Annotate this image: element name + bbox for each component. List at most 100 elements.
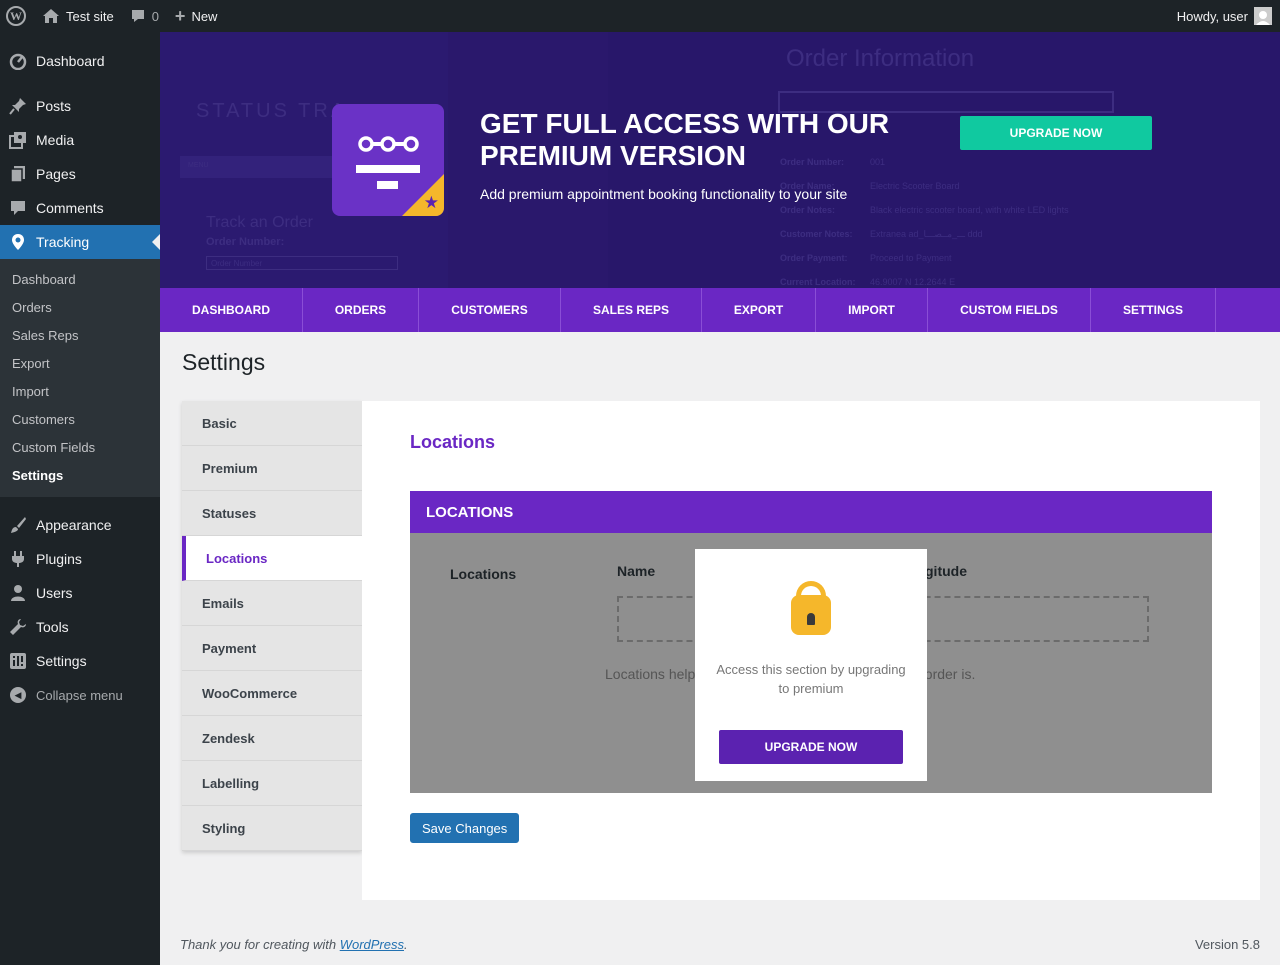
keyhole xyxy=(807,613,815,625)
settings-tab-statuses[interactable]: Statuses xyxy=(182,491,362,536)
locations-row-label: Locations xyxy=(450,566,517,582)
nav-tab-custom-fields[interactable]: CUSTOM FIELDS xyxy=(928,288,1091,332)
submenu-orders[interactable]: Orders xyxy=(0,293,160,321)
menu-comments[interactable]: Comments xyxy=(0,191,160,225)
locations-header: LOCATIONS xyxy=(410,491,1212,533)
menu-media[interactable]: Media xyxy=(0,123,160,157)
my-account[interactable]: Howdy, user xyxy=(1177,7,1280,25)
wp-logo-menu[interactable]: W xyxy=(0,0,34,32)
menu-label: Tools xyxy=(36,619,69,635)
plug-icon xyxy=(8,550,28,568)
submenu-customers[interactable]: Customers xyxy=(0,405,160,433)
nav-tab-settings[interactable]: SETTINGS xyxy=(1091,288,1216,332)
menu-appearance[interactable]: Appearance xyxy=(0,508,160,542)
lock-message: Access this section by upgrading to prem… xyxy=(716,662,906,696)
media-icon xyxy=(8,131,28,149)
location-pin-icon xyxy=(8,233,28,251)
nav-tab-orders[interactable]: ORDERS xyxy=(303,288,419,332)
collapse-arrow-icon: ◀ xyxy=(8,687,28,703)
nav-tab-import[interactable]: IMPORT xyxy=(816,288,928,332)
wordpress-logo-icon: W xyxy=(6,6,26,26)
brush-icon xyxy=(8,516,28,534)
site-name: Test site xyxy=(66,8,114,24)
settings-tab-payment[interactable]: Payment xyxy=(182,626,362,671)
upgrade-now-button[interactable]: UPGRADE NOW xyxy=(719,730,903,764)
nav-tab-customers[interactable]: CUSTOMERS xyxy=(419,288,561,332)
submenu-dashboard[interactable]: Dashboard xyxy=(0,265,160,293)
page-title: Settings xyxy=(182,349,266,375)
pages-icon xyxy=(8,165,28,183)
settings-tab-locations[interactable]: Locations xyxy=(182,536,362,581)
howdy-text: Howdy, user xyxy=(1176,8,1248,24)
footer-thanks: Thank you for creating with WordPress. xyxy=(180,937,408,952)
comments-count: 0 xyxy=(151,8,159,24)
wordpress-link[interactable]: WordPress xyxy=(340,937,404,952)
menu-posts[interactable]: Posts xyxy=(0,89,160,123)
section-title: Locations xyxy=(410,432,496,452)
plus-icon: + xyxy=(174,5,186,26)
nav-tab-sales-reps[interactable]: SALES REPS xyxy=(561,288,702,332)
settings-tabs: Basic Premium Statuses Locations Emails … xyxy=(182,401,362,851)
footer-thanks-suffix: . xyxy=(404,937,408,952)
menu-dashboard[interactable]: Dashboard xyxy=(0,44,160,78)
plugin-nav: DASHBOARD ORDERS CUSTOMERS SALES REPS EX… xyxy=(160,288,1280,332)
submenu-import[interactable]: Import xyxy=(0,377,160,405)
menu-tracking[interactable]: Tracking xyxy=(0,225,160,259)
menu-plugins[interactable]: Plugins xyxy=(0,542,160,576)
lock-icon xyxy=(791,581,831,637)
menu-tools[interactable]: Tools xyxy=(0,610,160,644)
menu-label: Posts xyxy=(36,98,72,114)
settings-icon xyxy=(8,652,28,670)
menu-label: Users xyxy=(36,585,73,601)
settings-tab-premium[interactable]: Premium xyxy=(182,446,362,491)
menu-label: Plugins xyxy=(36,551,82,567)
new-label: New xyxy=(191,8,218,24)
settings-tab-zendesk[interactable]: Zendesk xyxy=(182,716,362,761)
pin-icon xyxy=(8,97,28,115)
admin-bar: W Test site 0 + New Howdy, user xyxy=(0,0,1280,32)
settings-tab-basic[interactable]: Basic xyxy=(182,401,362,446)
submenu-custom-fields[interactable]: Custom Fields xyxy=(0,433,160,461)
settings-tab-emails[interactable]: Emails xyxy=(182,581,362,626)
menu-label: Tracking xyxy=(36,234,90,250)
nav-tab-export[interactable]: EXPORT xyxy=(702,288,816,332)
premium-banner: STATUS TRA MENU Track an Order Order Num… xyxy=(160,32,1280,288)
comment-icon xyxy=(8,199,28,217)
star-icon: ★ xyxy=(423,193,439,212)
column-longitude-header: gitude xyxy=(925,563,967,579)
plugin-logo: ★ xyxy=(332,104,444,216)
settings-tab-styling[interactable]: Styling xyxy=(182,806,362,851)
tracking-submenu: Dashboard Orders Sales Reps Export Impor… xyxy=(0,259,160,497)
save-changes-button[interactable]: Save Changes xyxy=(410,813,520,843)
menu-label: Appearance xyxy=(36,517,112,533)
locations-body: Locations Name gitude Locations help ord… xyxy=(410,533,1212,793)
menu-settings[interactable]: Settings xyxy=(0,644,160,678)
home-icon xyxy=(42,8,60,24)
avatar xyxy=(1254,7,1272,25)
banner-title: GET FULL ACCESS WITH OUR PREMIUM VERSION xyxy=(480,108,890,171)
menu-label: Settings xyxy=(36,653,87,669)
submenu-settings[interactable]: Settings xyxy=(0,461,160,489)
settings-tab-labelling[interactable]: Labelling xyxy=(182,761,362,806)
banner-subtitle: Add premium appointment booking function… xyxy=(480,186,848,202)
wrench-icon xyxy=(8,618,28,636)
menu-label: Comments xyxy=(36,200,104,216)
settings-tab-woocommerce[interactable]: WooCommerce xyxy=(182,671,362,716)
dashboard-icon xyxy=(8,52,28,70)
comment-bubble-icon xyxy=(130,8,146,24)
nav-tab-dashboard[interactable]: DASHBOARD xyxy=(160,288,303,332)
column-name-header: Name xyxy=(617,563,656,579)
banner-upgrade-button[interactable]: UPGRADE NOW xyxy=(960,116,1152,150)
submenu-export[interactable]: Export xyxy=(0,349,160,377)
menu-pages[interactable]: Pages xyxy=(0,157,160,191)
user-icon xyxy=(8,584,28,602)
comments-link[interactable]: 0 xyxy=(122,0,167,32)
footer-thanks-prefix: Thank you for creating with xyxy=(180,937,340,952)
menu-users[interactable]: Users xyxy=(0,576,160,610)
menu-label: Dashboard xyxy=(36,53,105,69)
collapse-menu-button[interactable]: ◀ Collapse menu xyxy=(0,678,160,712)
submenu-sales-reps[interactable]: Sales Reps xyxy=(0,321,160,349)
new-content-link[interactable]: + New xyxy=(167,0,226,32)
premium-lock-overlay: Access this section by upgrading to prem… xyxy=(695,549,927,781)
site-name-link[interactable]: Test site xyxy=(34,0,122,32)
